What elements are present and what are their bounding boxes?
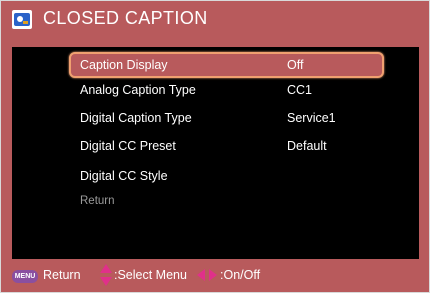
menu-item-digital-cc-style[interactable]: Digital CC Style [69, 163, 384, 189]
menu-item-label: Digital CC Style [80, 169, 168, 183]
left-right-arrows-icon [197, 269, 217, 281]
cc-icon [12, 10, 32, 29]
title-bar: CLOSED CAPTION [1, 1, 429, 39]
help-onoff-text: :On/Off [220, 268, 261, 282]
menu-panel: Caption Display Off Analog Caption Type … [12, 47, 419, 259]
menu-item-label: Analog Caption Type [80, 83, 196, 97]
menu-item-label: Digital CC Preset [80, 139, 176, 153]
menu-item-return[interactable]: Return [69, 188, 384, 214]
menu-item-label: Digital Caption Type [80, 111, 192, 125]
menu-item-value: Service1 [287, 111, 336, 125]
menu-item-label: Return [80, 195, 115, 207]
menu-item-digital-caption-type[interactable]: Digital Caption Type Service1 [69, 105, 384, 131]
menu-item-caption-display[interactable]: Caption Display Off [69, 52, 384, 78]
menu-key-icon: MENU [12, 270, 38, 283]
menu-item-value: Default [287, 139, 327, 153]
menu-item-analog-caption-type[interactable]: Analog Caption Type CC1 [69, 77, 384, 103]
menu-item-value: Off [287, 58, 304, 72]
menu-item-label: Caption Display [80, 58, 168, 72]
menu-item-digital-cc-preset[interactable]: Digital CC Preset Default [69, 133, 384, 159]
help-return-text: Return [43, 268, 81, 282]
page-title: CLOSED CAPTION [43, 8, 208, 28]
closed-caption-osd: CLOSED CAPTION Caption Display Off Analo… [0, 0, 430, 293]
up-down-arrows-icon [100, 264, 112, 286]
menu-item-value: CC1 [287, 83, 313, 97]
help-bar: MENU Return :Select Menu :On/Off [1, 259, 429, 292]
help-select-text: :Select Menu [114, 268, 187, 282]
